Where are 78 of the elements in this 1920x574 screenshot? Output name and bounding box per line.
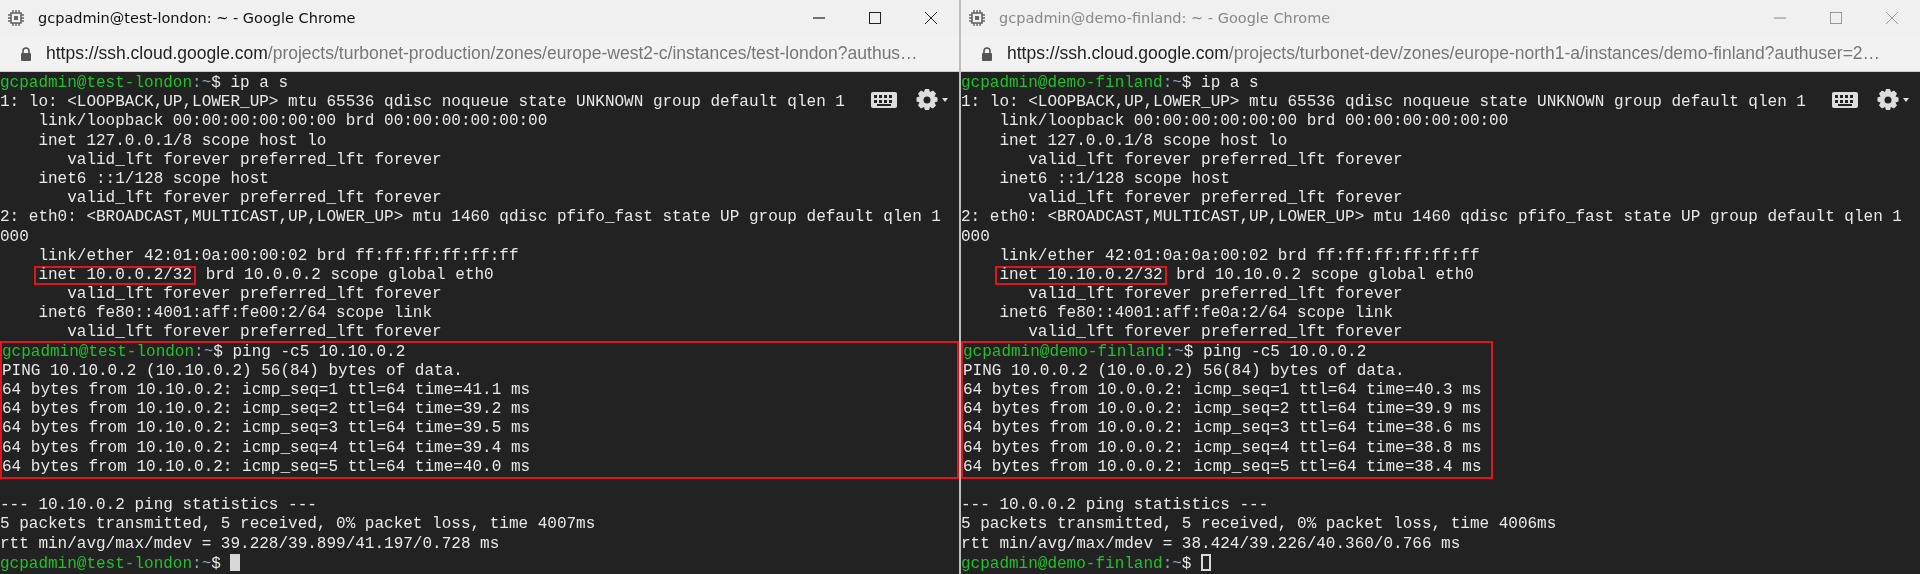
highlighted-text: inet 10.10.0.2/32 [995,265,1167,285]
terminal-line: inet 127.0.0.1/8 scope host lo [998,131,1288,151]
prompt-path: :~ [1162,554,1182,573]
terminal-line: 64 bytes from 10.10.0.2: icmp_seq=1 ttl=64 time=41.1 ms [2,381,531,401]
window-title: gcpadmin@test-london: ~ - Google Chrome [38,10,357,26]
terminal-line: PING 10.10.0.2 (10.10.0.2) 56(84) bytes of data. [2,361,463,381]
command-text: $ ip a s [1181,74,1259,92]
prompt-path: :~ [1164,342,1184,361]
terminal-line: link/ether 42:01:0a:0a:00:02 brd ff:ff:ff:ff:ff:ff [998,246,1480,266]
terminal-line: valid_lft forever preferred_lft forever [1027,323,1403,343]
terminal-line: 64 bytes from 10.10.0.2: icmp_seq=3 ttl=64 time=39.5 ms [2,419,531,439]
terminal-line: valid_lft forever preferred_lft forever [66,285,442,305]
terminal-line: inet6 fe80::4001:aff:fe0a:2/64 scope link [998,304,1394,324]
terminal-line: 64 bytes from 10.0.0.2: icmp_seq=5 ttl=64 time=38.4 ms [963,457,1482,477]
highlighted-text: inet 10.0.0.2/32 [34,265,197,285]
terminal-line: 64 bytes from 10.10.0.2: icmp_seq=5 ttl=64 time=40.0 ms [2,457,531,477]
command-text: $ ping -c5 10.0.0.2 [1183,342,1367,361]
terminal-text: brd 10.0.0.2 scope global eth0 [204,265,494,284]
terminal-line: PING 10.0.0.2 (10.0.0.2) 56(84) bytes of data. [963,361,1405,381]
command-text: $ [1181,554,1193,573]
maximize-icon [868,11,882,25]
terminal-line: 5 packets transmitted, 5 received, 0% packet loss, time 4006ms [961,515,1557,535]
terminal-line: valid_lft forever preferred_lft forever [1027,285,1403,305]
prompt-host: gcpadmin@test-london [0,554,193,573]
terminal-line: inet6 ::1/128 scope host [998,169,1230,190]
chip-icon [967,8,987,28]
terminal-line: valid_lft forever preferred_lft forever [66,150,442,170]
terminal-line: link/loopback 00:00:00:00:00:00 brd 00:00:00:00:00:00 [37,112,548,132]
terminal-line: 64 bytes from 10.0.0.2: icmp_seq=2 ttl=64 time=39.9 ms [963,400,1482,420]
minimize-icon [812,17,826,19]
terminal-line: 1: lo: <LOOPBACK,UP,LOWER_UP> mtu 65536 qdisc noqueue state UNKNOWN group default qlen 1 [961,93,1806,113]
window-title: gcpadmin@demo-finland: ~ - Google Chrome [999,10,1332,26]
lock-icon [981,46,993,61]
terminal-line: link/loopback 00:00:00:00:00:00 brd 00:00:00:00:00:00 [998,112,1509,132]
terminal-line: 2: eth0: <BROADCAST,MULTICAST,UP,LOWER_UP> mtu 1460 qdisc pfifo_fast state UP group default qlen 1 [961,208,1902,228]
terminal-line: inet6 ::1/128 scope host [37,169,269,190]
terminal-line: valid_lft forever preferred_lft forever [66,189,442,209]
terminal-line: --- 10.10.0.2 ping statistics --- [0,496,317,516]
terminal-line: 1: lo: <LOOPBACK,UP,LOWER_UP> mtu 65536 qdisc noqueue state UNKNOWN group default qlen 1 [0,93,845,113]
terminal-line: 5 packets transmitted, 5 received, 0% packet loss, time 4007ms [0,515,596,535]
close-icon [1885,11,1899,25]
terminal-line: valid_lft forever preferred_lft forever [66,323,442,343]
terminal-text: brd 10.10.0.2 scope global eth0 [1175,265,1474,284]
terminal-line: 2: eth0: <BROADCAST,MULTICAST,UP,LOWER_UP> mtu 1460 qdisc pfifo_fast state UP group default qlen 1 [0,208,941,228]
prompt-host: gcpadmin@demo-finland [963,342,1165,361]
command-text: $ [211,554,222,573]
terminal-line: 000 [0,227,29,247]
terminal-line: valid_lft forever preferred_lft forever [1027,189,1403,209]
prompt-host: gcpadmin@test-london [2,342,195,361]
chip-icon [6,8,26,28]
lock-icon [20,46,32,61]
keyboard-icon[interactable] [871,92,897,108]
terminal-line: rtt min/avg/max/mdev = 38.424/39.226/40.360/0.766 ms [961,534,1461,554]
command-text: $ ping -c5 10.10.0.2 [213,342,406,361]
terminal-line: 64 bytes from 10.10.0.2: icmp_seq=4 ttl=64 time=39.4 ms [2,438,531,458]
command-text: $ ip a s [211,74,289,92]
maximize-icon [1829,11,1843,25]
prompt-host: gcpadmin@demo-finland [961,554,1163,573]
prompt-host: gcpadmin@demo-finland [961,74,1163,92]
terminal-line: 000 [961,227,990,247]
prompt-path: :~ [192,554,212,573]
prompt-path: :~ [192,74,212,92]
terminal-line: valid_lft forever preferred_lft forever [1027,150,1403,170]
close-icon [924,11,938,25]
terminal-line: 64 bytes from 10.10.0.2: icmp_seq=2 ttl=64 time=39.2 ms [2,400,531,420]
terminal-line: inet 127.0.0.1/8 scope host lo [37,131,327,151]
terminal-line: rtt min/avg/max/mdev = 39.228/39.899/41.197/0.728 ms [0,534,500,554]
terminal-line: 64 bytes from 10.0.0.2: icmp_seq=3 ttl=64 time=38.6 ms [963,419,1482,439]
terminal-line: link/ether 42:01:0a:00:00:02 brd ff:ff:ff:ff:ff:ff [37,246,519,266]
settings-icon[interactable] [915,88,949,112]
terminal-line: 64 bytes from 10.0.0.2: icmp_seq=4 ttl=64 time=38.8 ms [963,438,1482,458]
terminal-line: 64 bytes from 10.0.0.2: icmp_seq=1 ttl=64 time=40.3 ms [963,381,1482,401]
terminal-line: inet6 fe80::4001:aff:fe00:2/64 scope link [37,304,433,324]
prompt-host: gcpadmin@test-london [0,74,193,92]
terminal-line: --- 10.0.0.2 ping statistics --- [961,496,1269,516]
prompt-path: :~ [1162,74,1182,92]
minimize-icon [1773,17,1787,19]
prompt-path: :~ [194,342,214,361]
